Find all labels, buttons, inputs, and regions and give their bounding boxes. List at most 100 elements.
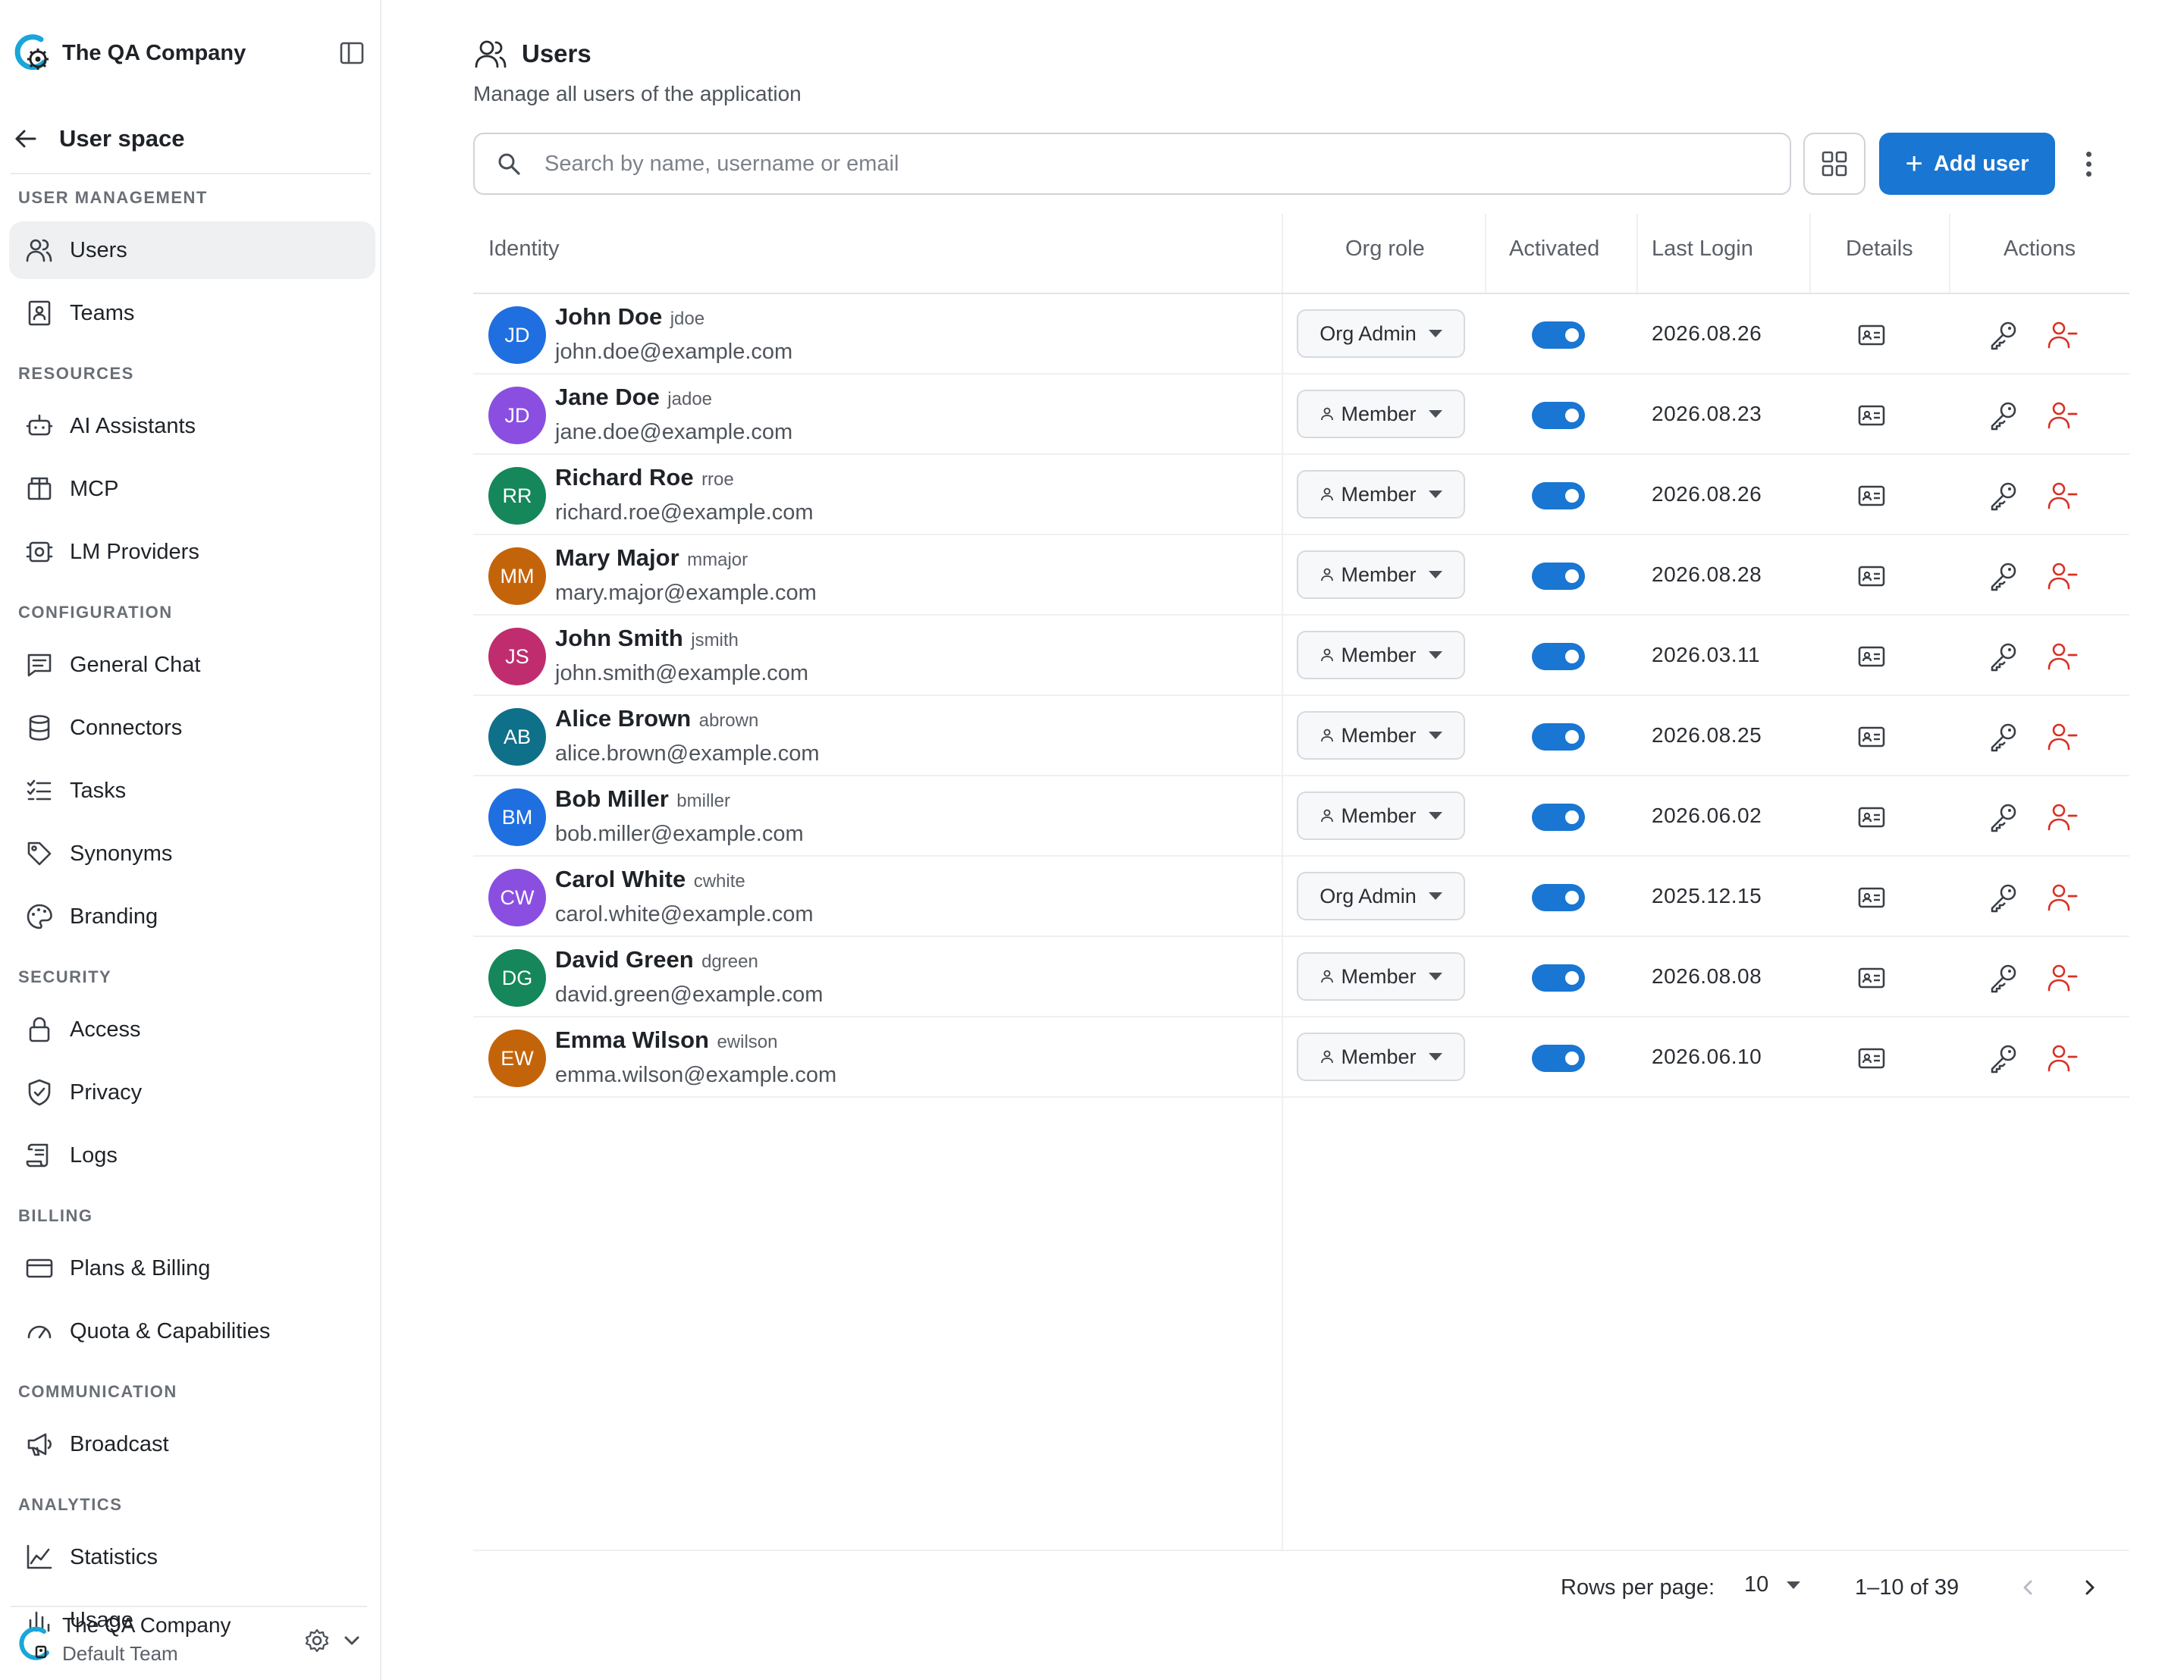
activated-toggle[interactable] (1532, 884, 1585, 911)
sidebar-item-synonyms[interactable]: Synonyms (9, 825, 375, 882)
sidebar-item-quota-capabilities[interactable]: Quota & Capabilities (9, 1302, 375, 1360)
sidebar-item-access[interactable]: Access (9, 1001, 375, 1058)
org-role-select[interactable]: Member (1297, 711, 1465, 760)
user-email: emma.wilson@example.com (555, 1063, 837, 1087)
activated-toggle[interactable] (1532, 643, 1585, 670)
sidebar-item-lm-providers[interactable]: LM Providers (9, 523, 375, 581)
more-options-button[interactable] (2073, 144, 2104, 183)
key-icon[interactable] (1987, 1042, 2020, 1075)
key-icon[interactable] (1987, 399, 2020, 432)
sidebar-collapse-button[interactable] (337, 38, 367, 68)
id-card-icon[interactable] (1856, 561, 1887, 591)
column-header-identity[interactable]: Identity (488, 237, 560, 262)
key-icon[interactable] (1987, 801, 2020, 834)
sidebar-item-plans-billing[interactable]: Plans & Billing (9, 1240, 375, 1297)
org-role-select[interactable]: Member (1297, 390, 1465, 438)
key-icon[interactable] (1987, 881, 2020, 914)
column-divider (1282, 214, 1283, 293)
id-card-icon[interactable] (1856, 641, 1887, 672)
add-user-button[interactable]: + Add user (1879, 133, 2055, 195)
search-input[interactable] (544, 151, 1682, 177)
user-username: jadoe (667, 389, 713, 409)
remove-user-icon[interactable] (2046, 318, 2079, 352)
org-role-select[interactable]: Member (1297, 550, 1465, 599)
sidebar-item-privacy[interactable]: Privacy (9, 1064, 375, 1121)
activated-toggle[interactable] (1532, 402, 1585, 429)
remove-user-icon[interactable] (2046, 479, 2079, 512)
table-row: MM Mary Major mmajor mary.major@example.… (473, 535, 2129, 616)
org-name: The QA Company (62, 1613, 231, 1637)
id-card-icon[interactable] (1856, 320, 1887, 350)
key-icon[interactable] (1987, 640, 2020, 673)
id-card-icon[interactable] (1856, 481, 1887, 511)
back-to-user-space[interactable]: User space (11, 118, 371, 160)
org-role-select[interactable]: Member (1297, 631, 1465, 679)
remove-user-icon[interactable] (2046, 1042, 2079, 1075)
user-full-name: John Smith (555, 625, 683, 651)
last-login-date: 2026.08.26 (1652, 482, 1762, 506)
remove-user-icon[interactable] (2046, 640, 2079, 673)
column-header-org-role[interactable]: Org role (1345, 237, 1425, 262)
activated-toggle[interactable] (1532, 321, 1585, 349)
sidebar-item-teams[interactable]: Teams (9, 284, 375, 342)
org-switcher[interactable]: The QA Company Default Team (11, 1613, 371, 1674)
sidebar-item-logs[interactable]: Logs (9, 1127, 375, 1184)
org-role-select[interactable]: Member (1297, 470, 1465, 519)
id-card-icon[interactable] (1856, 882, 1887, 913)
sidebar-item-tasks[interactable]: Tasks (9, 762, 375, 820)
activated-toggle[interactable] (1532, 964, 1585, 992)
activated-toggle[interactable] (1532, 804, 1585, 831)
key-icon[interactable] (1987, 961, 2020, 995)
next-page-button[interactable] (2073, 1571, 2107, 1604)
database-icon (24, 713, 55, 743)
org-role-value: Member (1341, 402, 1417, 425)
org-role-select[interactable]: Member (1297, 791, 1465, 840)
column-header-activated[interactable]: Activated (1509, 237, 1599, 262)
column-divider (1636, 214, 1638, 293)
user-identity: Carol White cwhite (555, 866, 745, 893)
org-role-select[interactable]: Org Admin (1297, 872, 1465, 920)
activated-toggle[interactable] (1532, 563, 1585, 590)
column-header-last-login[interactable]: Last Login (1652, 237, 1753, 262)
last-login-date: 2026.06.10 (1652, 1045, 1762, 1068)
remove-user-icon[interactable] (2046, 399, 2079, 432)
activated-toggle[interactable] (1532, 1045, 1585, 1072)
org-role-select[interactable]: Member (1297, 952, 1465, 1001)
previous-page-button[interactable] (2011, 1571, 2044, 1604)
sidebar-item-ai-assistants[interactable]: AI Assistants (9, 397, 375, 455)
remove-user-icon[interactable] (2046, 720, 2079, 754)
sidebar-item-statistics[interactable]: Statistics (9, 1528, 375, 1586)
settings-gear-icon[interactable] (302, 1625, 332, 1656)
org-role-select[interactable]: Org Admin (1297, 309, 1465, 358)
id-card-icon[interactable] (1856, 400, 1887, 431)
sidebar-item-users[interactable]: Users (9, 221, 375, 279)
user-email: carol.white@example.com (555, 902, 814, 926)
remove-user-icon[interactable] (2046, 559, 2079, 593)
id-card-icon[interactable] (1856, 963, 1887, 993)
remove-user-icon[interactable] (2046, 961, 2079, 995)
activated-toggle[interactable] (1532, 723, 1585, 751)
key-icon[interactable] (1987, 720, 2020, 754)
activated-toggle[interactable] (1532, 482, 1585, 509)
remove-user-icon[interactable] (2046, 801, 2079, 834)
sidebar-item-branding[interactable]: Branding (9, 888, 375, 945)
user-username: rroe (701, 469, 734, 490)
id-card-icon[interactable] (1856, 802, 1887, 832)
grid-view-button[interactable] (1803, 133, 1866, 195)
sidebar-item-general-chat[interactable]: General Chat (9, 636, 375, 694)
sidebar-item-broadcast[interactable]: Broadcast (9, 1415, 375, 1473)
org-role-select[interactable]: Member (1297, 1033, 1465, 1081)
key-icon[interactable] (1987, 318, 2020, 352)
rows-per-page-select[interactable]: 10 (1744, 1572, 1801, 1597)
sidebar-item-mcp[interactable]: MCP (9, 460, 375, 518)
key-icon[interactable] (1987, 479, 2020, 512)
remove-user-icon[interactable] (2046, 881, 2079, 914)
search-icon (498, 153, 520, 175)
sidebar-item-connectors[interactable]: Connectors (9, 699, 375, 757)
key-icon[interactable] (1987, 559, 2020, 593)
id-card-icon[interactable] (1856, 722, 1887, 752)
chevron-down-icon[interactable] (338, 1625, 366, 1656)
id-card-icon[interactable] (1856, 1043, 1887, 1074)
caret-down-icon (1428, 491, 1442, 498)
table-row: JD John Doe jdoe john.doe@example.com Or… (473, 294, 2129, 375)
